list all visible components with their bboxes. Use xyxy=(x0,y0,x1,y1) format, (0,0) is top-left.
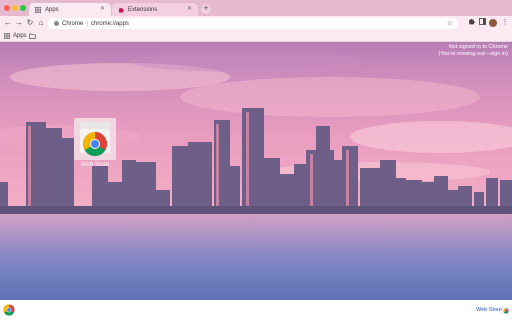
bottom-bar: Web Store xyxy=(0,300,512,320)
apps-grid-icon xyxy=(35,6,41,13)
app-tile-label: Web Store xyxy=(80,162,110,168)
bookmark-apps[interactable]: Apps xyxy=(4,33,27,39)
apps-page: Not signed in to Chrome (You're missing … xyxy=(0,42,512,300)
puzzle-piece-icon xyxy=(118,7,124,13)
bookmarks-bar: Apps xyxy=(0,31,512,42)
bookmark-label: Apps xyxy=(13,33,27,39)
chrome-site-icon xyxy=(54,21,59,26)
sign-in-notice[interactable]: Not signed in to Chrome (You're missing … xyxy=(438,44,508,58)
bookmark-star-icon[interactable]: ☆ xyxy=(447,19,453,27)
sidebar-panel-icon[interactable] xyxy=(477,18,487,28)
close-window-button[interactable] xyxy=(4,5,10,11)
tab-extensions[interactable]: Extensions ✕ xyxy=(112,3,198,16)
extensions-puzzle-icon[interactable] xyxy=(466,18,476,28)
forward-arrow-icon[interactable]: → xyxy=(14,18,24,28)
apps-grid-icon xyxy=(4,33,10,39)
web-store-link[interactable]: Web Store xyxy=(476,307,502,313)
water-reflection xyxy=(0,214,512,300)
chrome-logo-icon xyxy=(3,304,15,316)
tab-strip: Apps ✕ Extensions ✕ + xyxy=(0,0,512,16)
profile-avatar[interactable] xyxy=(489,19,497,27)
web-store-icon[interactable] xyxy=(502,306,510,314)
web-store-tile-background xyxy=(74,118,116,160)
tab-close-icon[interactable]: ✕ xyxy=(100,6,105,12)
chrome-web-store-icon xyxy=(80,122,110,157)
tab-label: Extensions xyxy=(128,6,158,13)
back-arrow-icon[interactable]: ← xyxy=(3,18,13,28)
notice-line-1: Not signed in to Chrome xyxy=(448,44,508,50)
tab-close-icon[interactable]: ✕ xyxy=(187,6,192,12)
app-tile-web-store[interactable]: Web Store xyxy=(74,118,116,174)
home-icon[interactable]: ⌂ xyxy=(36,18,46,28)
more-menu-icon[interactable]: ⋮ xyxy=(500,18,510,28)
bookmark-folder[interactable] xyxy=(29,33,36,41)
address-bar[interactable]: Chrome | chrome://apps ☆ xyxy=(48,18,458,29)
minimize-window-button[interactable] xyxy=(12,5,18,11)
reload-icon[interactable]: ↻ xyxy=(25,18,35,28)
notice-line-2: (You're missing out—sign in) xyxy=(438,51,508,57)
folder-icon xyxy=(29,33,36,41)
scheme-label: Chrome xyxy=(62,20,84,27)
zoom-window-button[interactable] xyxy=(20,5,26,11)
new-tab-button[interactable]: + xyxy=(201,4,211,14)
url-text: chrome://apps xyxy=(90,20,129,27)
toolbar: ← → ↻ ⌂ Chrome | chrome://apps ☆ ⋮ xyxy=(0,16,512,31)
tab-apps[interactable]: Apps ✕ xyxy=(29,3,111,16)
url-separator: | xyxy=(86,20,88,27)
tab-label: Apps xyxy=(45,6,59,13)
